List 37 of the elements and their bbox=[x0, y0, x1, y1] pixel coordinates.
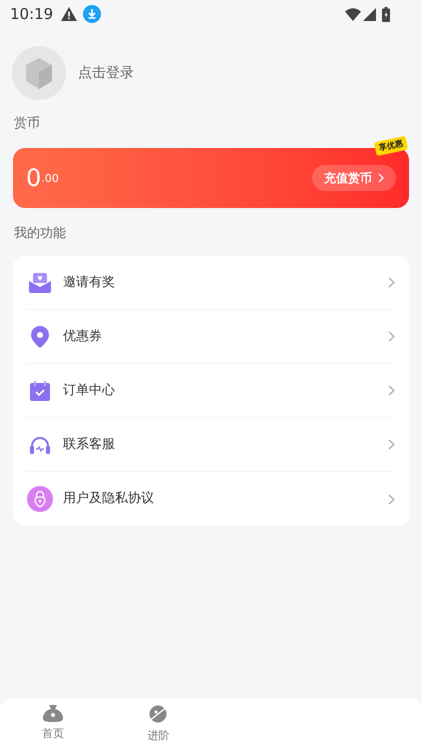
lock-icon bbox=[27, 486, 53, 512]
menu-label: 订单中心 bbox=[63, 382, 116, 400]
warning-icon bbox=[61, 7, 78, 21]
battery-icon bbox=[382, 6, 390, 22]
menu-label: 用户及隐私协议 bbox=[63, 490, 155, 508]
chevron-icon bbox=[378, 172, 384, 182]
menu-row[interactable]: 邀请有奖 bbox=[27, 256, 395, 310]
menu-label: 联系客服 bbox=[63, 436, 116, 454]
status-time: 10:19 bbox=[10, 4, 54, 25]
section-title: 我的功能 bbox=[13, 224, 67, 242]
envelope-heart-icon bbox=[29, 272, 51, 292]
planet-icon bbox=[147, 704, 170, 724]
menu-row[interactable]: 联系客服 bbox=[27, 418, 395, 472]
chevron-icon bbox=[388, 331, 395, 342]
menu-label: 优惠券 bbox=[63, 328, 103, 346]
signal-icon bbox=[363, 8, 376, 20]
wifi-icon bbox=[345, 8, 361, 20]
download-icon bbox=[83, 5, 102, 23]
chevron-icon bbox=[388, 385, 395, 396]
bag-icon bbox=[42, 705, 63, 722]
headset-icon bbox=[29, 436, 51, 454]
menu-row[interactable]: 订单中心 bbox=[27, 364, 395, 418]
calendar-check-icon bbox=[29, 380, 51, 400]
menu-label: 邀请有奖 bbox=[63, 274, 116, 292]
avatar-icon[interactable] bbox=[12, 46, 66, 100]
chevron-icon bbox=[388, 439, 395, 450]
section-title: 赏币 bbox=[13, 115, 41, 133]
coin-amount: 0 bbox=[26, 166, 42, 190]
menu-row[interactable]: 优惠券 bbox=[27, 310, 395, 364]
login-link[interactable]: 点击登录 bbox=[78, 62, 134, 84]
menu-row[interactable]: 用户及隐私协议 bbox=[27, 472, 395, 526]
coin-decimal: .00 bbox=[41, 171, 59, 187]
nav-tab[interactable]: 进阶 bbox=[106, 698, 211, 750]
location-pin-icon bbox=[30, 326, 50, 348]
nav-tab[interactable]: 首页 bbox=[0, 698, 106, 750]
chevron-icon bbox=[388, 277, 395, 288]
chevron-icon bbox=[388, 494, 395, 504]
